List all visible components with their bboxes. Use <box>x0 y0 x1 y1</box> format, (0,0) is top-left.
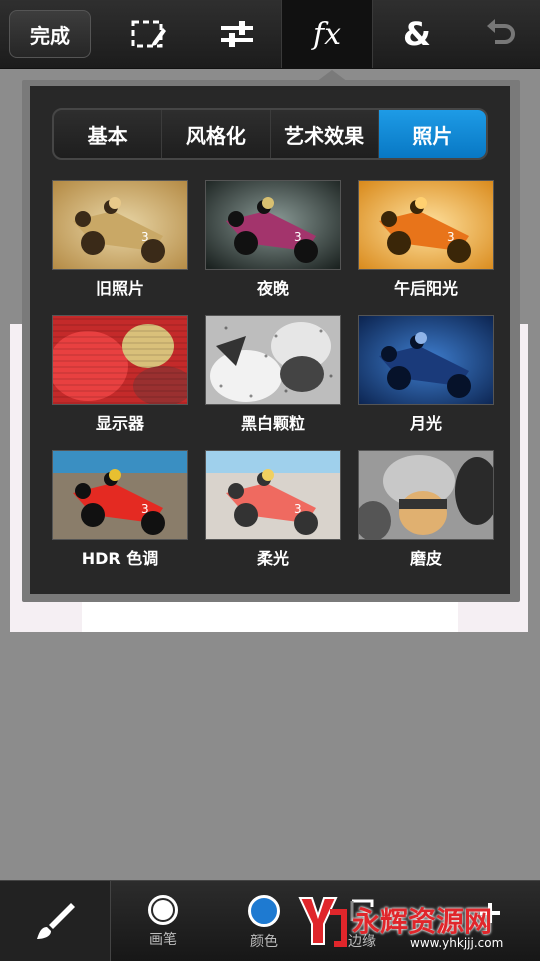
effect-monitor[interactable]: 显示器 <box>52 315 188 435</box>
fx-icon: fx <box>312 16 342 52</box>
effect-category-tabs: 基本 风格化 艺术效果 照片 <box>52 108 488 160</box>
done-button[interactable]: 完成 <box>9 10 91 58</box>
color-label: 颜色 <box>250 934 278 950</box>
effect-label: 黑白颗粒 <box>240 414 305 433</box>
tab-artistic[interactable]: 艺术效果 <box>271 110 379 158</box>
watermark: 永辉资源网 www.yhkjjj.com <box>290 890 530 952</box>
svg-text:3: 3 <box>141 230 149 244</box>
effects-panel: 基本 风格化 艺术效果 照片 3 旧照片 3 夜晚 3 午后阳光 显示器 黑白颗… <box>30 86 510 594</box>
text-overlay-button[interactable]: & <box>372 0 462 68</box>
select-icon <box>131 20 166 48</box>
effect-thumbnail: 3 <box>358 180 494 270</box>
ampersand-icon: & <box>403 15 431 53</box>
svg-text:3: 3 <box>141 502 149 516</box>
effect-label: 夜晚 <box>256 279 289 298</box>
watermark-logo-icon <box>298 897 347 947</box>
effect-thumbnail: 3 <box>52 180 188 270</box>
effect-night[interactable]: 3 夜晚 <box>205 180 341 300</box>
effect-hdr-tone[interactable]: 3 HDR 色调 <box>52 450 188 570</box>
effect-label: 月光 <box>409 414 442 433</box>
effect-thumbnail: 3 <box>205 450 341 540</box>
tab-stylize[interactable]: 风格化 <box>162 110 271 158</box>
effect-label: 柔光 <box>256 549 289 568</box>
svg-text:3: 3 <box>294 502 302 516</box>
effect-thumbnail: 3 <box>205 180 341 270</box>
color-swatch-icon <box>248 895 280 927</box>
brush-tool-button[interactable] <box>0 881 111 961</box>
effect-moonlight[interactable]: 月光 <box>358 315 494 435</box>
pen-size-icon <box>148 895 178 925</box>
select-tool-button[interactable] <box>104 0 194 68</box>
watermark-text: 永辉资源网 <box>352 905 493 938</box>
effect-thumbnail <box>205 315 341 405</box>
undo-button[interactable] <box>462 0 540 68</box>
tab-photo[interactable]: 照片 <box>378 110 486 158</box>
panel-pointer-arrow <box>316 70 348 82</box>
effect-label: 旧照片 <box>95 279 144 298</box>
svg-text:3: 3 <box>294 230 302 244</box>
effect-thumbnail <box>358 315 494 405</box>
watermark-url: www.yhkjjj.com <box>410 936 504 950</box>
adjust-tool-button[interactable] <box>192 0 282 68</box>
effect-bw-grain[interactable]: 黑白颗粒 <box>205 315 341 435</box>
top-toolbar: 完成 fx & <box>0 0 540 69</box>
tab-basic[interactable]: 基本 <box>54 110 163 158</box>
effect-label: 午后阳光 <box>393 279 458 298</box>
effect-afternoon-sun[interactable]: 3 午后阳光 <box>358 180 494 300</box>
effect-old-photo[interactable]: 3 旧照片 <box>52 180 188 300</box>
effect-smooth-skin[interactable]: 磨皮 <box>358 450 494 570</box>
fx-tool-button[interactable]: fx <box>281 0 373 68</box>
effect-thumbnail <box>358 450 494 540</box>
effect-thumbnail: 3 <box>52 450 188 540</box>
undo-icon <box>487 19 515 44</box>
pen-size-button[interactable]: 画笔 <box>113 881 213 961</box>
paintbrush-icon <box>37 903 75 939</box>
effect-soft-light[interactable]: 3 柔光 <box>205 450 341 570</box>
effect-label: 磨皮 <box>409 549 442 568</box>
effect-label: 显示器 <box>95 414 144 433</box>
adjust-sliders-icon <box>221 21 253 47</box>
svg-text:3: 3 <box>447 230 455 244</box>
pen-label: 画笔 <box>149 932 177 948</box>
effect-label: HDR 色调 <box>81 549 159 568</box>
effect-thumbnail <box>52 315 188 405</box>
